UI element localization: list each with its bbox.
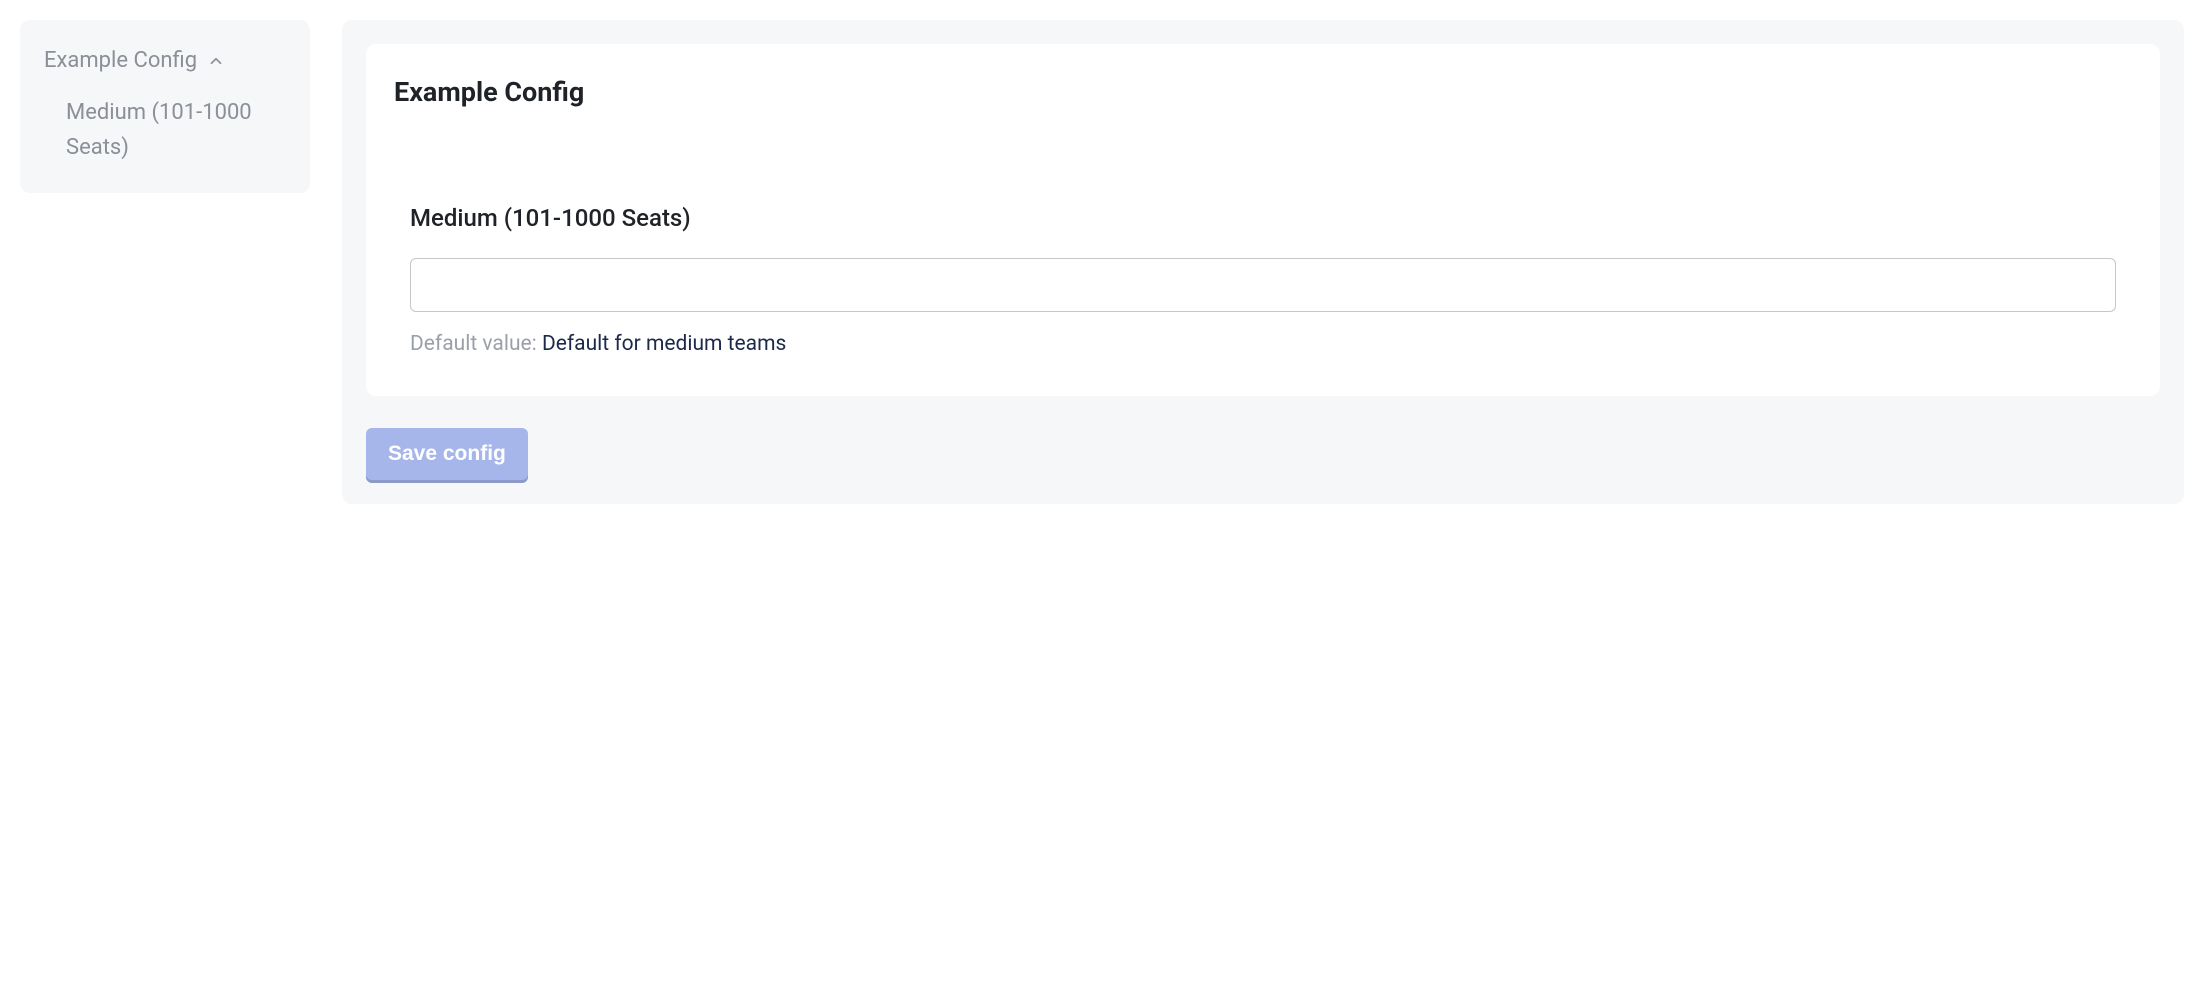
sidebar-item[interactable]: Medium (101-1000 Seats) bbox=[66, 95, 286, 165]
sidebar-header[interactable]: Example Config bbox=[44, 48, 286, 73]
card-title: Example Config bbox=[394, 76, 2132, 108]
config-card: Example Config Medium (101-1000 Seats) D… bbox=[366, 44, 2160, 396]
sidebar-item-label: Medium (101-1000 Seats) bbox=[66, 95, 286, 165]
sidebar-title: Example Config bbox=[44, 48, 197, 73]
default-value-row: Default value: Default for medium teams bbox=[410, 332, 2116, 356]
default-value-text: Default for medium teams bbox=[542, 332, 786, 356]
sidebar: Example Config Medium (101-1000 Seats) bbox=[20, 20, 310, 193]
save-config-button[interactable]: Save config bbox=[366, 428, 528, 480]
config-value-input[interactable] bbox=[410, 258, 2116, 312]
field-label: Medium (101-1000 Seats) bbox=[410, 204, 2116, 232]
field-group: Medium (101-1000 Seats) Default value: D… bbox=[394, 204, 2132, 356]
layout: Example Config Medium (101-1000 Seats) E… bbox=[20, 20, 2184, 504]
main-panel: Example Config Medium (101-1000 Seats) D… bbox=[342, 20, 2184, 504]
chevron-up-icon bbox=[207, 52, 225, 70]
default-value-label: Default value: bbox=[410, 332, 542, 356]
